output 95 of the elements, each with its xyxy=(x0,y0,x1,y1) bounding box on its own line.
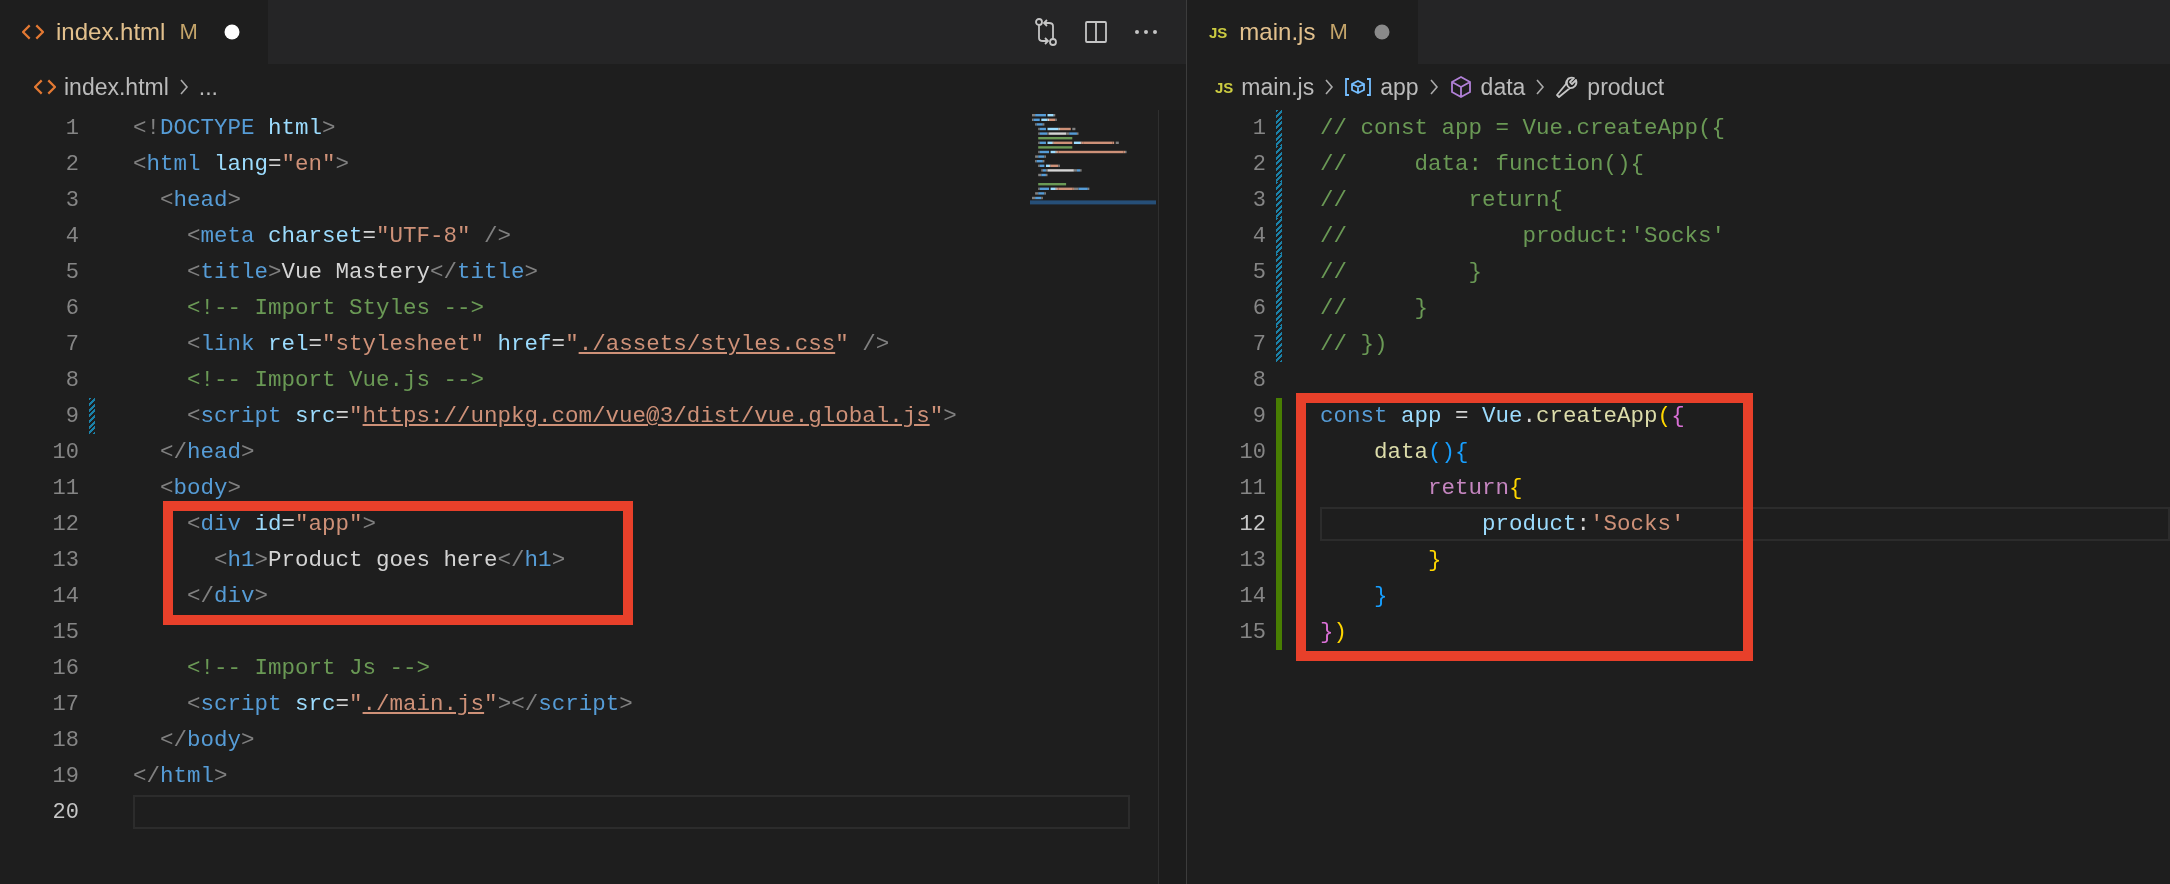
line-number: 13 xyxy=(1238,547,1266,573)
code-line: </head> xyxy=(160,439,255,465)
code-line: <script src="https://unpkg.com/vue@3/dist/vue.global.js"> xyxy=(187,403,957,429)
code-line: // data: function(){ xyxy=(1320,151,1645,177)
code-brackets-icon xyxy=(34,79,56,95)
unsaved-dot-icon[interactable] xyxy=(223,24,240,40)
code-line: <script src="./main.js"></script> xyxy=(187,691,633,717)
line-number: 11 xyxy=(51,475,79,501)
code-line: </div> xyxy=(187,583,269,609)
js-file-icon: JS xyxy=(1215,78,1234,96)
code-line: } xyxy=(1374,583,1388,609)
code-line: }) xyxy=(1320,619,1348,645)
line-number: 6 xyxy=(64,295,79,321)
line-number: 6 xyxy=(1251,295,1266,321)
tab-label: main.js xyxy=(1239,18,1316,46)
line-number: 1 xyxy=(64,115,79,141)
line-number: 7 xyxy=(1251,331,1266,357)
breadcrumb-item[interactable]: data xyxy=(1448,73,1526,101)
code-line: <h1>Product goes here</h1> xyxy=(214,547,566,573)
more-icon[interactable] xyxy=(1134,29,1158,35)
line-number: 12 xyxy=(51,511,79,537)
line-number: 5 xyxy=(1251,259,1266,285)
line-number: 19 xyxy=(51,763,79,789)
variable-icon xyxy=(1344,77,1373,97)
code-line: // product:'Socks' xyxy=(1320,223,1726,249)
modified-status: M xyxy=(1329,19,1348,45)
unsaved-dot-icon[interactable] xyxy=(1373,24,1390,40)
line-number: 7 xyxy=(64,331,79,357)
line-number: 10 xyxy=(1238,439,1266,465)
line-number: 16 xyxy=(51,655,79,681)
line-number: 8 xyxy=(1251,367,1266,393)
code-line: const app = Vue.createApp({ xyxy=(1320,403,1685,429)
code-line: <!DOCTYPE html> xyxy=(133,115,336,141)
code-line: <meta charset="UTF-8" /> xyxy=(187,223,512,249)
breadcrumb-item[interactable]: product xyxy=(1555,73,1665,101)
chevron-icon xyxy=(1535,78,1546,96)
code-line: // } xyxy=(1320,295,1429,321)
line-number: 18 xyxy=(51,727,79,753)
code-line: <html lang="en"> xyxy=(133,151,350,177)
chevron-icon xyxy=(178,78,189,96)
line-number: 2 xyxy=(64,151,79,177)
editor-tab[interactable]: JS main.js M xyxy=(1187,0,1418,64)
code-line: <!-- Import Styles --> xyxy=(187,295,485,321)
breadcrumb-item[interactable]: JS main.js xyxy=(1215,73,1315,101)
line-number: 15 xyxy=(1238,619,1266,645)
code-line: <!-- Import Js --> xyxy=(187,655,431,681)
line-number: 5 xyxy=(64,259,79,285)
line-number: 15 xyxy=(51,619,79,645)
code-line: return{ xyxy=(1428,475,1523,501)
line-number: 12 xyxy=(1238,511,1266,537)
line-number: 3 xyxy=(64,187,79,213)
code-line: <div id="app"> xyxy=(187,511,377,537)
code-line: // return{ xyxy=(1320,187,1564,213)
js-file-icon: JS xyxy=(1209,23,1228,41)
breadcrumb-item[interactable]: ... xyxy=(198,73,218,101)
line-number: 13 xyxy=(51,547,79,573)
wrench-icon xyxy=(1555,75,1580,99)
line-number: 11 xyxy=(1238,475,1266,501)
code-line: } xyxy=(1428,547,1442,573)
cube-icon xyxy=(1448,75,1473,99)
code-line: // }) xyxy=(1320,331,1388,357)
code-line: data(){ xyxy=(1374,439,1469,465)
chevron-icon xyxy=(1428,78,1439,96)
code-line: <title>Vue Mastery</title> xyxy=(187,259,539,285)
code-line: // } xyxy=(1320,259,1483,285)
line-number: 8 xyxy=(64,367,79,393)
line-number: 9 xyxy=(64,403,79,429)
tab-label: index.html xyxy=(56,18,166,46)
code-line: <!-- Import Vue.js --> xyxy=(187,367,485,393)
line-number: 2 xyxy=(1251,151,1266,177)
line-number: 14 xyxy=(1238,583,1266,609)
breadcrumb-item[interactable]: index.html xyxy=(34,73,169,101)
code-line: <link rel="stylesheet" href="./assets/styles.css" /> xyxy=(187,331,890,357)
code-line: // const app = Vue.createApp({ xyxy=(1320,115,1726,141)
modified-status: M xyxy=(179,19,198,45)
code-line: product:'Socks' xyxy=(1482,511,1685,537)
line-number: 4 xyxy=(64,223,79,249)
code-line: </body> xyxy=(160,727,255,753)
line-number: 17 xyxy=(51,691,79,717)
editor-tab[interactable]: index.html M xyxy=(0,0,268,64)
compare-changes-icon[interactable] xyxy=(1034,18,1058,46)
line-number: 9 xyxy=(1251,403,1266,429)
breadcrumb-item[interactable]: app xyxy=(1344,73,1419,101)
line-number: 10 xyxy=(51,439,79,465)
code-line: <body> xyxy=(160,475,242,501)
chevron-icon xyxy=(1324,78,1335,96)
line-number: 3 xyxy=(1251,187,1266,213)
code-line: <head> xyxy=(160,187,242,213)
line-number: 1 xyxy=(1251,115,1266,141)
code-brackets-icon xyxy=(22,24,44,40)
line-number: 4 xyxy=(1251,223,1266,249)
split-editor-icon[interactable] xyxy=(1084,20,1108,44)
code-line: </html> xyxy=(133,763,228,789)
line-number: 14 xyxy=(51,583,79,609)
line-number: 20 xyxy=(51,799,79,825)
